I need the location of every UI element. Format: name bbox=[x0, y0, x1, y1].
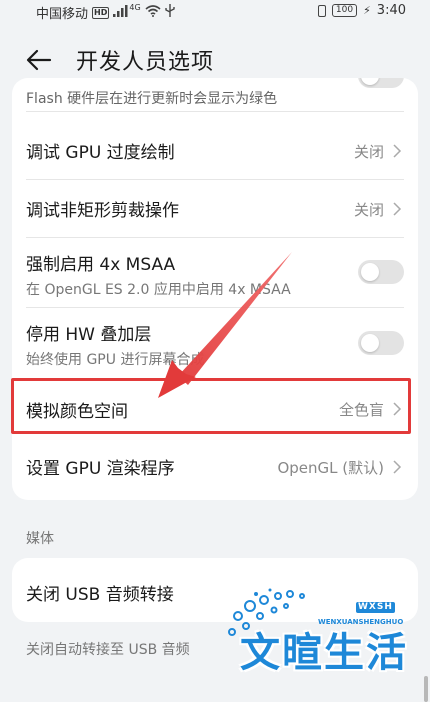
chevron-right-icon bbox=[393, 460, 402, 474]
gpu-overdraw-value: 关闭 bbox=[353, 143, 384, 161]
usb-audio-note: 关闭自动转接至 USB 音频 bbox=[26, 642, 190, 658]
flash-row-subtitle: Flash 硬件层在进行更新时会显示为绿色 bbox=[26, 91, 278, 107]
gpu-renderer-value: OpenGL (默认) bbox=[277, 459, 384, 477]
section-label-media: 媒体 bbox=[26, 531, 54, 547]
back-arrow-icon[interactable] bbox=[26, 48, 52, 72]
non-rect-clip-title: 调试非矩形剪裁操作 bbox=[26, 201, 179, 221]
usb-icon bbox=[164, 4, 175, 21]
gpu-overdraw-title: 调试 GPU 过度绘制 bbox=[26, 143, 175, 163]
setting-row-force-msaa[interactable]: 强制启用 4x MSAA 在 OpenGL ES 2.0 应用中启用 4x MS… bbox=[12, 238, 418, 308]
disable-hw-overlay-title: 停用 HW 叠加层 bbox=[26, 325, 152, 345]
highlight-box bbox=[11, 378, 411, 434]
page-title: 开发人员选项 bbox=[76, 50, 215, 75]
setting-row-flash-hw-layers[interactable]: Flash 硬件层在进行更新时会显示为绿色 bbox=[12, 78, 418, 112]
force-msaa-toggle[interactable] bbox=[358, 260, 404, 284]
setting-row-disable-hw-overlay[interactable]: 停用 HW 叠加层 始终使用 GPU 进行屏幕合成 bbox=[12, 308, 418, 378]
watermark-badge: WXSH bbox=[356, 602, 395, 613]
force-msaa-title: 强制启用 4x MSAA bbox=[26, 255, 176, 275]
page-header: 开发人员选项 bbox=[0, 40, 430, 80]
clock: 3:40 bbox=[376, 3, 406, 18]
network-type: 4G bbox=[129, 3, 141, 12]
scrollbar[interactable] bbox=[424, 676, 428, 702]
settings-card: Flash 硬件层在进行更新时会显示为绿色 调试 GPU 过度绘制 关闭 调试非… bbox=[12, 78, 418, 500]
chevron-right-icon bbox=[393, 144, 402, 158]
setting-row-gpu-overdraw[interactable]: 调试 GPU 过度绘制 关闭 bbox=[12, 122, 418, 180]
signal-icon bbox=[113, 5, 129, 20]
setting-row-gpu-renderer[interactable]: 设置 GPU 渲染程序 OpenGL (默认) bbox=[12, 436, 418, 498]
wifi-icon bbox=[145, 4, 161, 21]
charging-icon: ⚡ bbox=[363, 4, 371, 17]
disable-hw-overlay-toggle[interactable] bbox=[358, 331, 404, 355]
status-right: 100 ⚡ 3:40 bbox=[317, 3, 406, 18]
battery-icon: 100 bbox=[331, 4, 358, 17]
disable-hw-overlay-subtitle: 始终使用 GPU 进行屏幕合成 bbox=[26, 352, 205, 368]
setting-row-non-rect-clip[interactable]: 调试非矩形剪裁操作 关闭 bbox=[12, 180, 418, 238]
vibrate-icon bbox=[317, 4, 326, 17]
status-bar: 中国移动 HD 4G 100 ⚡ 3:40 bbox=[0, 0, 430, 22]
force-msaa-subtitle: 在 OpenGL ES 2.0 应用中启用 4x MSAA bbox=[26, 282, 291, 298]
flash-toggle[interactable] bbox=[358, 78, 404, 88]
gpu-renderer-title: 设置 GPU 渲染程序 bbox=[26, 459, 175, 479]
watermark-logo: WXSH WENXUANSHENGHUO 文暄生活 bbox=[220, 586, 420, 690]
watermark-text: 文暄生活 bbox=[240, 630, 408, 676]
row-divider bbox=[26, 111, 404, 112]
chevron-right-icon bbox=[393, 202, 402, 216]
non-rect-clip-value: 关闭 bbox=[353, 201, 384, 219]
hd-icon: HD bbox=[92, 6, 110, 19]
status-left: 中国移动 HD 4G bbox=[36, 3, 175, 22]
carrier-name: 中国移动 bbox=[36, 7, 89, 22]
usb-audio-routing-title: 关闭 USB 音频转接 bbox=[26, 585, 174, 605]
